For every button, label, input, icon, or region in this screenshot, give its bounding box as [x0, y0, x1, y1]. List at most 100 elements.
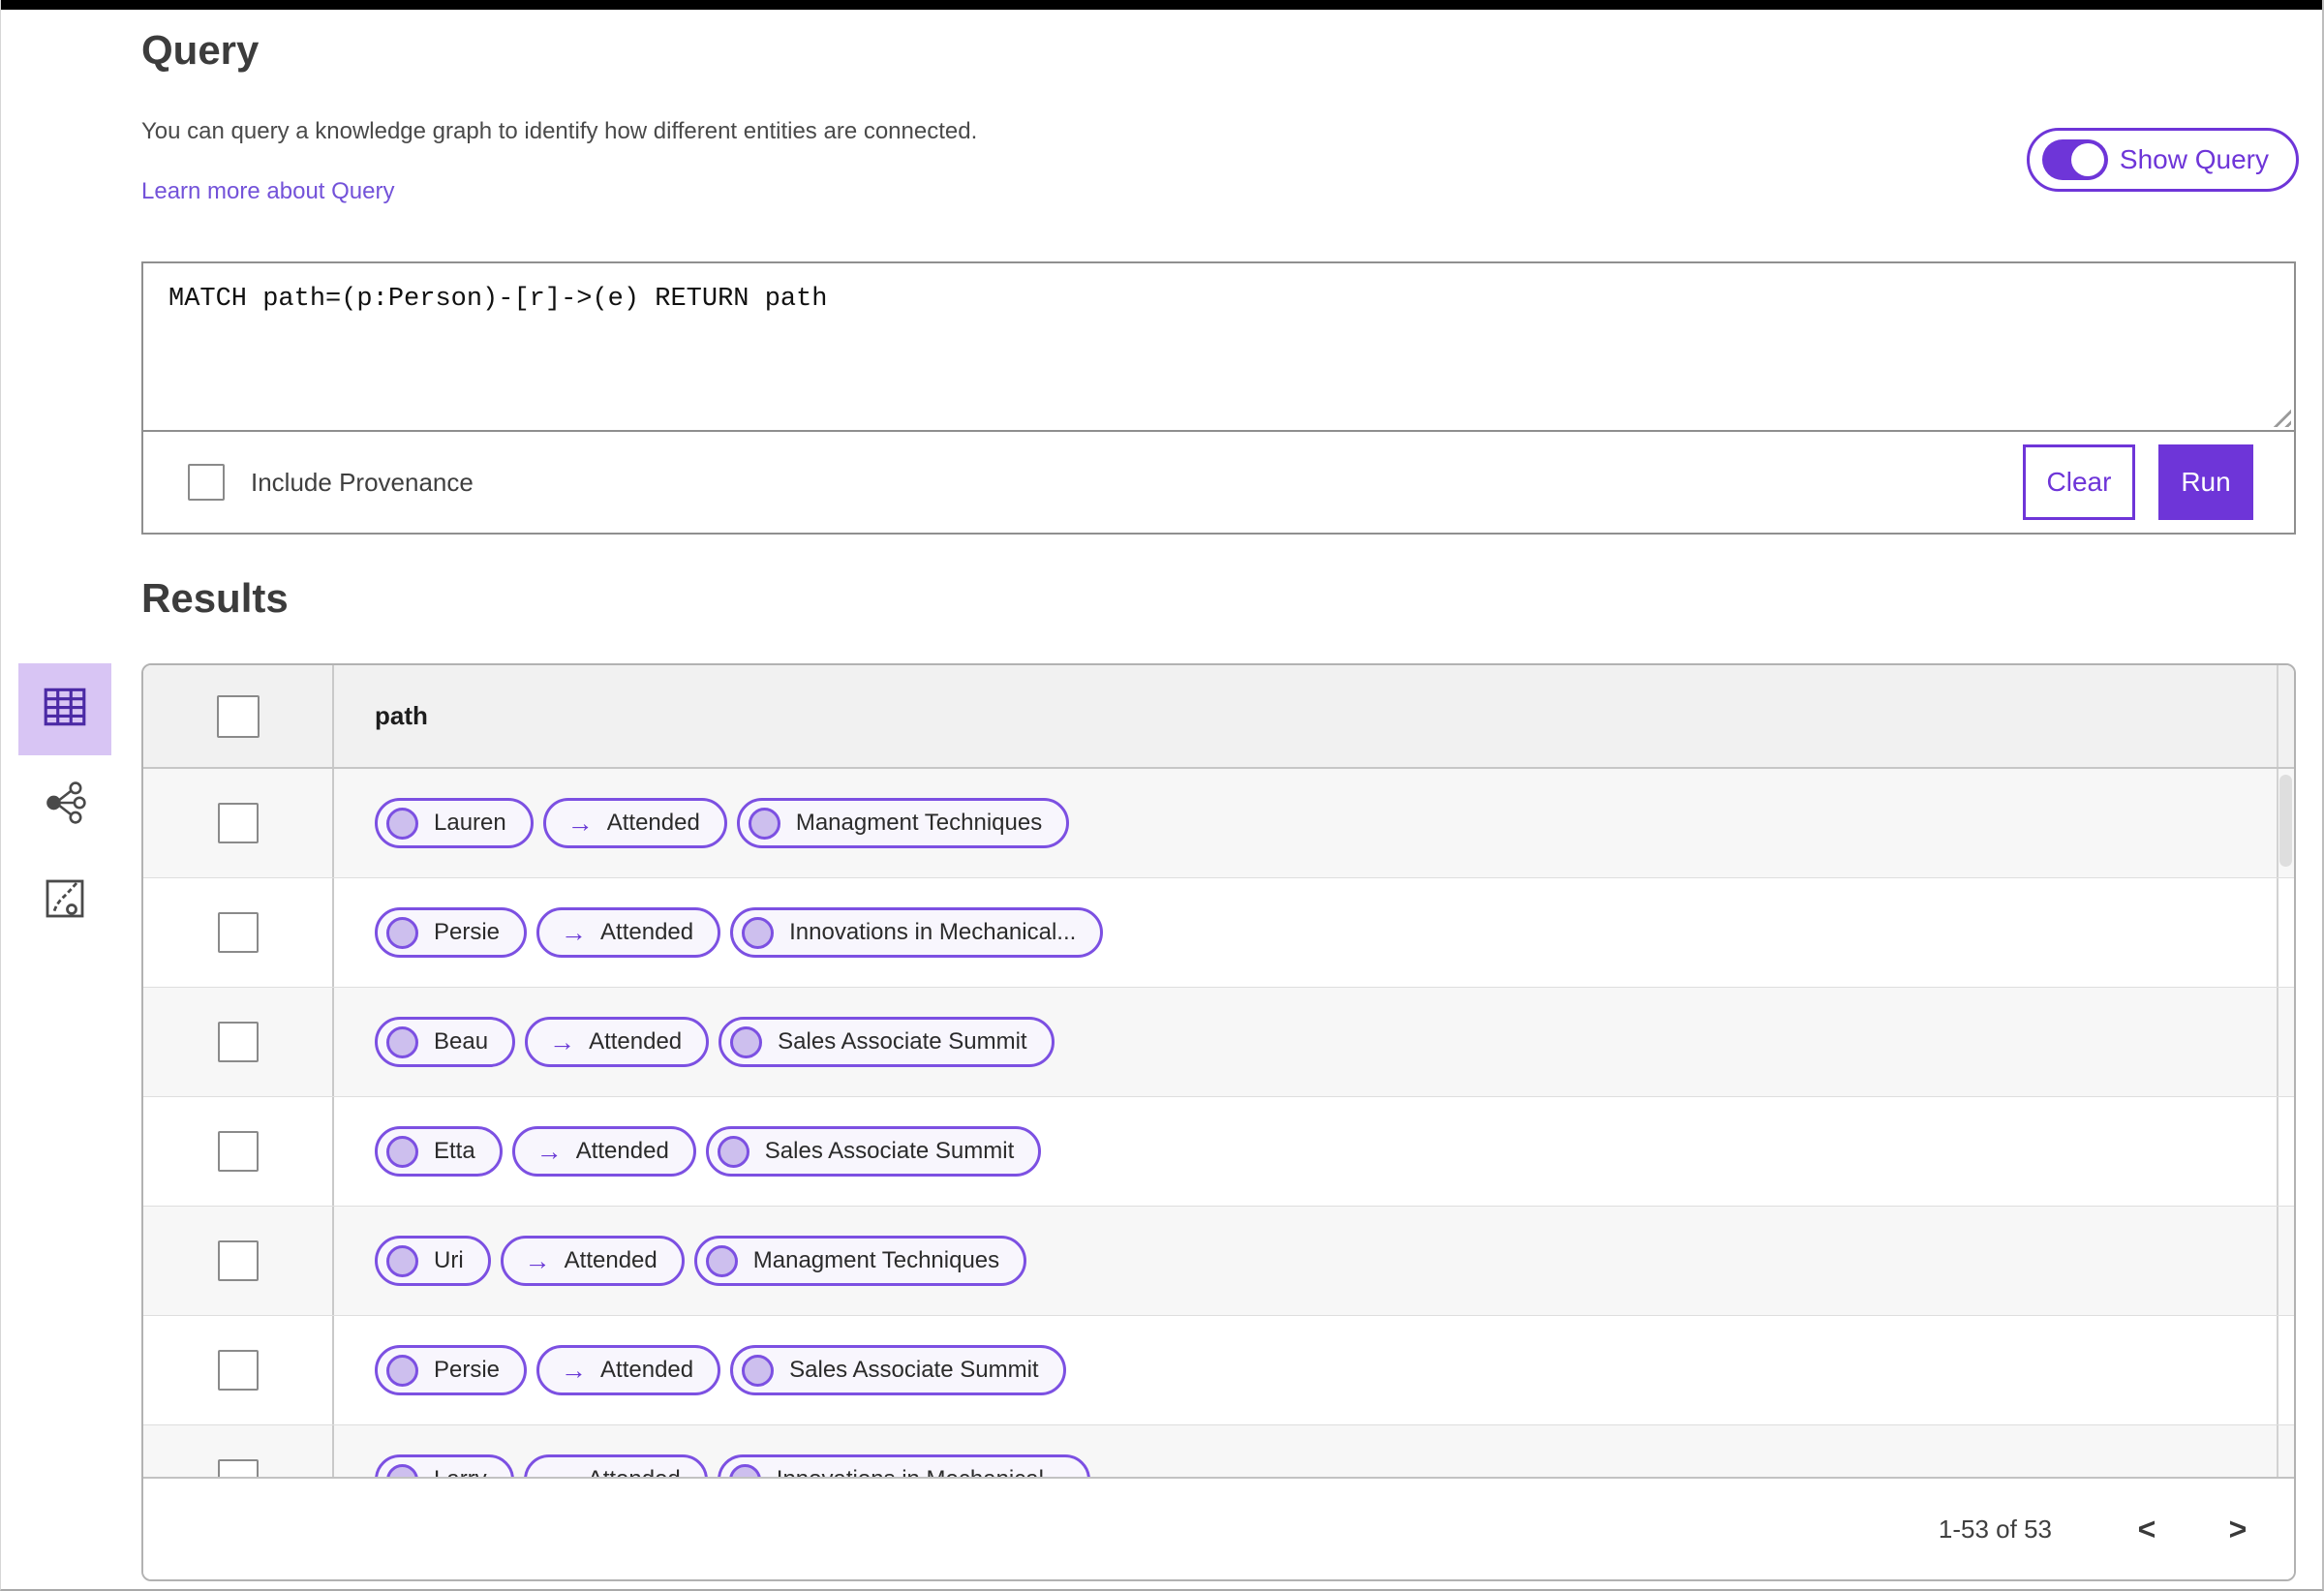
entity-node-icon	[386, 1025, 418, 1058]
entity-node-icon	[386, 1244, 418, 1277]
row-select-cell	[143, 1207, 334, 1315]
relation-pill[interactable]: → Attended	[525, 1017, 710, 1067]
view-mode-graph[interactable]	[43, 780, 87, 830]
relation-pill[interactable]: → Attended	[500, 1236, 685, 1286]
query-editor-panel: MATCH path=(p:Person)-[r]->(e) RETURN pa…	[141, 261, 2296, 535]
previous-page-button[interactable]: <	[2127, 1512, 2166, 1547]
arrow-right-icon: →	[566, 808, 594, 838]
entity-pill-source[interactable]: Larry	[375, 1454, 514, 1477]
learn-more-link[interactable]: Learn more about Query	[141, 178, 394, 205]
relation-pill[interactable]: → Attended	[523, 1454, 708, 1477]
scrollbar-gutter	[2277, 988, 2294, 1096]
relation-pill[interactable]: → Attended	[542, 798, 727, 848]
run-button[interactable]: Run	[2158, 444, 2253, 520]
source-entity-label: Persie	[434, 1357, 501, 1383]
row-checkbox[interactable]	[217, 1022, 259, 1062]
relation-label: Attended	[600, 919, 694, 945]
relation-pill[interactable]: → Attended	[511, 1126, 696, 1177]
path-header-cell: path	[334, 665, 2277, 767]
query-page: Query You can query a knowledge graph to…	[0, 0, 2324, 1591]
entity-pill-source[interactable]: Persie	[375, 907, 528, 958]
entity-pill-target[interactable]: Managment Techniques	[736, 798, 1070, 848]
source-entity-label: Uri	[434, 1247, 464, 1273]
target-entity-label: Managment Techniques	[752, 1247, 1000, 1273]
graph-view-icon	[43, 780, 87, 830]
entity-node-icon	[742, 1354, 775, 1387]
entity-node-icon	[386, 916, 418, 949]
path-cell: Uri → Attended Managment Techniques	[334, 1207, 2277, 1315]
entity-pill-source[interactable]: Uri	[375, 1236, 491, 1286]
entity-pill-source[interactable]: Etta	[375, 1126, 503, 1177]
row-select-cell	[143, 878, 334, 987]
row-checkbox[interactable]	[217, 912, 259, 953]
source-entity-label: Beau	[434, 1028, 489, 1055]
relation-label: Attended	[600, 1357, 694, 1383]
source-entity-label: Lauren	[434, 810, 506, 836]
table-row: Beau → Attended Sales Associate Summit	[143, 988, 2294, 1097]
clear-button[interactable]: Clear	[2023, 444, 2135, 520]
show-query-label: Show Query	[2119, 144, 2269, 174]
query-code-area: MATCH path=(p:Person)-[r]->(e) RETURN pa…	[143, 263, 2294, 432]
select-all-checkbox[interactable]	[216, 694, 260, 738]
source-entity-label: Larry	[434, 1466, 487, 1477]
row-checkbox[interactable]	[217, 1131, 259, 1172]
row-checkbox[interactable]	[217, 1459, 259, 1477]
scrollbar-gutter	[2277, 1316, 2294, 1424]
row-checkbox[interactable]	[217, 1350, 259, 1391]
relation-label: Attended	[564, 1247, 657, 1273]
entity-node-icon	[728, 1463, 761, 1477]
scrollbar-gutter	[2277, 878, 2294, 987]
arrow-right-icon: →	[524, 1245, 551, 1275]
row-checkbox[interactable]	[217, 803, 259, 843]
next-page-button[interactable]: >	[2218, 1512, 2257, 1547]
row-select-cell	[143, 769, 334, 877]
relation-label: Attended	[589, 1028, 683, 1055]
entity-pill-source[interactable]: Lauren	[375, 798, 534, 848]
target-entity-label: Sales Associate Summit	[764, 1138, 1015, 1164]
path-cell: Etta → Attended Sales Associate Summit	[334, 1097, 2277, 1206]
entity-node-icon	[705, 1244, 738, 1277]
query-editor-footer: Include Provenance Clear Run	[143, 432, 2294, 533]
include-provenance-checkbox[interactable]	[188, 464, 225, 501]
table-row: Etta → Attended Sales Associate Summit	[143, 1097, 2294, 1207]
entity-pill-target[interactable]: Innovations in Mechanical...	[730, 907, 1104, 958]
entity-pill-source[interactable]: Persie	[375, 1345, 528, 1395]
entity-pill-target[interactable]: Innovations in Mechanical...	[717, 1454, 1090, 1477]
table-header-row: path	[143, 665, 2294, 769]
vertical-scrollbar-thumb[interactable]	[2279, 775, 2292, 867]
scrollbar-gutter	[2277, 665, 2294, 767]
entity-pill-source[interactable]: Beau	[375, 1017, 516, 1067]
entity-node-icon	[386, 807, 418, 840]
pagination-range: 1-53 of 53	[1938, 1514, 2052, 1544]
arrow-right-icon: →	[535, 1136, 563, 1166]
row-select-cell	[143, 988, 334, 1096]
path-cell: Persie → Attended Sales Associate Summit	[334, 1316, 2277, 1424]
entity-pill-target[interactable]: Sales Associate Summit	[705, 1126, 1042, 1177]
entity-pill-target[interactable]: Sales Associate Summit	[730, 1345, 1066, 1395]
entity-node-icon	[386, 1463, 418, 1477]
row-select-cell	[143, 1425, 334, 1477]
entity-node-icon	[730, 1025, 763, 1058]
row-checkbox[interactable]	[217, 1240, 259, 1281]
table-row: Uri → Attended Managment Techniques	[143, 1207, 2294, 1316]
query-input[interactable]: MATCH path=(p:Person)-[r]->(e) RETURN pa…	[143, 263, 2294, 430]
entity-pill-target[interactable]: Managment Techniques	[693, 1236, 1027, 1286]
path-cell: Larry → Attended Innovations in Mechanic…	[334, 1425, 2277, 1477]
table-body: Lauren → Attended Managment Techniques P…	[143, 769, 2294, 1477]
show-query-toggle[interactable]: Show Query	[2026, 128, 2299, 192]
source-entity-label: Persie	[434, 919, 501, 945]
results-view-switcher	[18, 663, 111, 924]
view-mode-chart[interactable]	[45, 878, 85, 924]
row-select-cell	[143, 1097, 334, 1206]
entity-pill-target[interactable]: Sales Associate Summit	[719, 1017, 1055, 1067]
relation-pill[interactable]: → Attended	[536, 1345, 721, 1395]
chart-view-icon	[45, 878, 85, 924]
target-entity-label: Sales Associate Summit	[778, 1028, 1027, 1055]
toggle-switch-icon[interactable]	[2041, 139, 2108, 180]
view-mode-table[interactable]	[18, 663, 111, 755]
arrow-right-icon: →	[548, 1466, 574, 1477]
results-title: Results	[141, 575, 289, 621]
relation-pill[interactable]: → Attended	[536, 907, 721, 958]
table-pagination-bar: 1-53 of 53 < >	[143, 1477, 2294, 1579]
scrollbar-gutter	[2277, 1097, 2294, 1206]
